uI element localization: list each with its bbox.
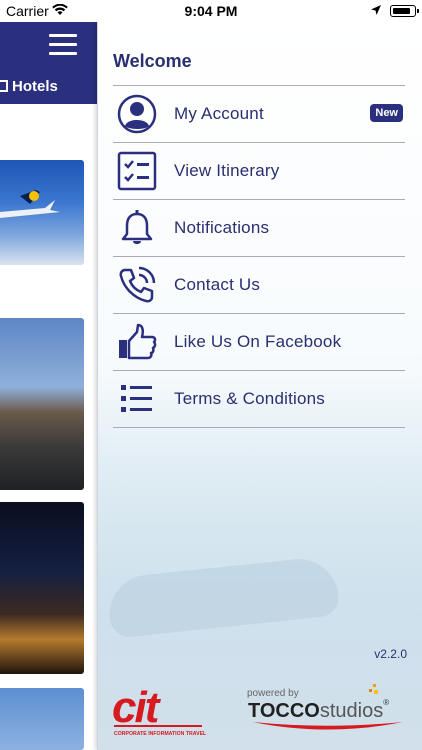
registered-mark: ® [383,698,390,707]
main-header: Hotels [0,22,97,104]
menu-item-notifications[interactable]: Notifications [113,200,405,257]
menu-item-label: View Itinerary [174,161,280,180]
bell-icon [116,207,158,249]
battery-icon [390,5,419,17]
menu-item-my-account[interactable]: My Account New [113,86,405,143]
svg-text:cit: cit [112,683,162,732]
menu-item-contact-us[interactable]: Contact Us [113,257,405,314]
menu-item-label: Contact Us [174,275,261,294]
destination-card[interactable] [0,502,84,674]
menu-item-view-itinerary[interactable]: View Itinerary [113,143,405,200]
tocco-bold: TOCCO [248,700,320,722]
menu-item-label: Notifications [174,218,270,237]
menu-item-label: Terms & Conditions [174,389,325,408]
navigation-drawer: Welcome My Account New View Itinerary No… [97,22,422,750]
airplane-image [0,190,60,218]
location-arrow-icon [371,5,381,15]
tocco-swoosh [253,722,403,730]
app-version: v2.2.0 [374,647,407,661]
clock: 9:04 PM [184,3,238,19]
thumbs-up-icon [116,321,158,363]
menu-item-terms[interactable]: Terms & Conditions [113,371,405,428]
destination-card[interactable] [0,688,84,750]
menu-item-facebook[interactable]: Like Us On Facebook [113,314,405,371]
new-badge: New [370,104,403,122]
tocco-dots-icon [369,684,378,694]
main-app-content: Hotels [0,22,97,750]
tab-hotels-label: Hotels [12,78,58,95]
cit-tagline: CORPORATE INFORMATION TRAVEL [114,731,207,737]
checklist-icon [116,150,158,192]
account-circle-icon [116,93,158,135]
drawer-heading: Welcome [113,51,192,71]
hotel-icon [0,80,8,92]
status-bar: Carrier 9:04 PM [0,0,422,22]
drawer-menu: My Account New View Itinerary Notificati… [113,86,405,428]
tocco-light: studios [319,700,384,722]
hamburger-menu-icon[interactable] [49,34,77,56]
destination-card[interactable] [0,160,84,265]
menu-item-label: Like Us On Facebook [174,332,342,351]
list-icon [116,378,158,420]
menu-item-label: My Account [174,104,264,123]
battery-level [392,7,410,14]
tab-hotels[interactable]: Hotels [0,78,58,95]
cit-logo: cit CORPORATE INFORMATION TRAVEL [112,683,207,737]
phone-icon [116,264,158,306]
destination-card[interactable] [0,318,84,490]
